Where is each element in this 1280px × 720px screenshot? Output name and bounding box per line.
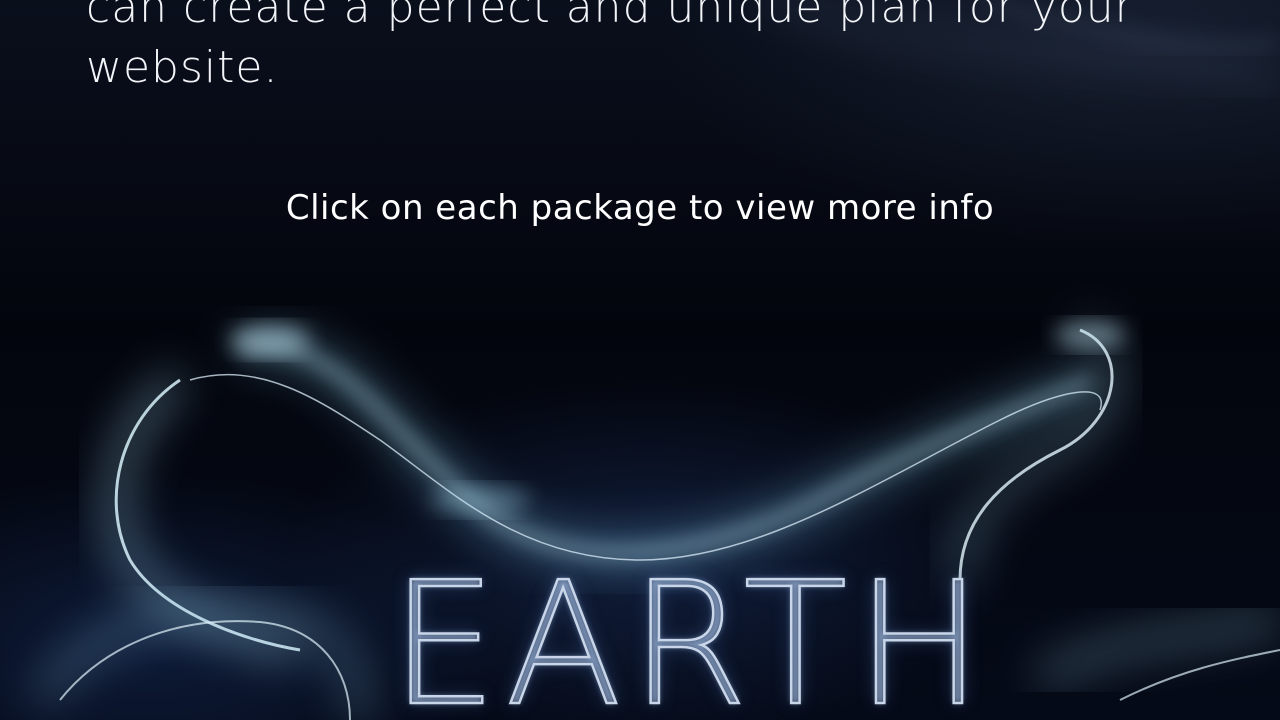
packages-section: can create a perfect and unique plan for… (0, 0, 1280, 720)
intro-paragraph: can create a perfect and unique plan for… (86, 0, 1134, 93)
package-hint-text: Click on each package to view more info (285, 188, 995, 228)
package-title-earth[interactable]: EARTH (389, 554, 1050, 720)
